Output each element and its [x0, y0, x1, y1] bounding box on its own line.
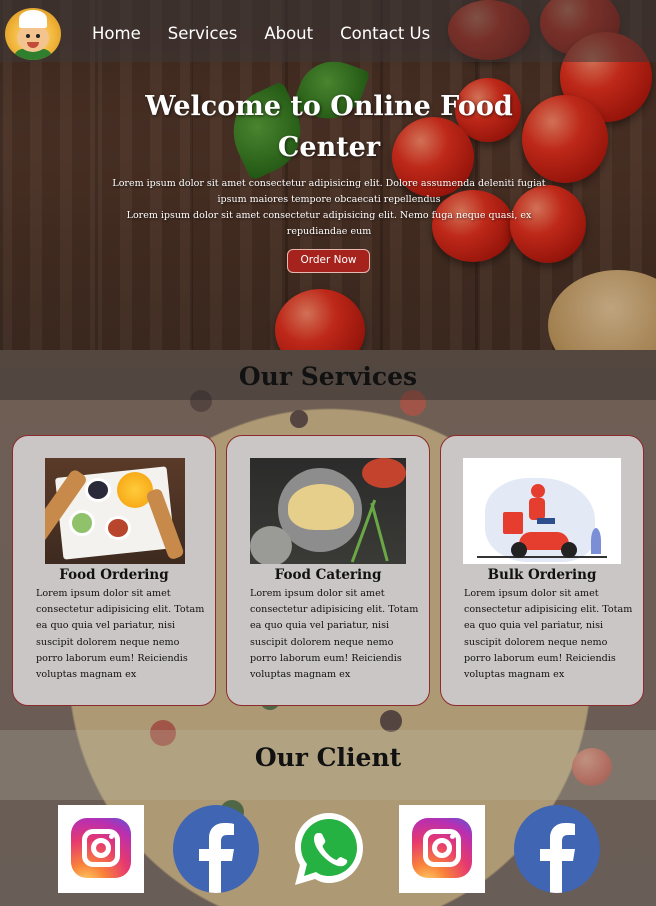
card-text: Lorem ipsum dolor sit amet consectetur a…: [464, 588, 633, 681]
facebook-icon[interactable]: [514, 805, 600, 893]
service-card-food-ordering[interactable]: Food Ordering Lorem ipsum dolor sit amet…: [12, 435, 216, 706]
hero-description: Lorem ipsum dolor sit amet consectetur a…: [110, 176, 548, 240]
nav-link-services[interactable]: Services: [168, 24, 238, 43]
whatsapp-icon[interactable]: [286, 805, 372, 893]
nav-link-about[interactable]: About: [264, 24, 313, 43]
order-now-button[interactable]: Order Now: [287, 249, 370, 273]
chef-logo[interactable]: [5, 8, 61, 60]
service-card-food-catering[interactable]: Food Catering Lorem ipsum dolor sit amet…: [226, 435, 430, 706]
omelette-plate-image: [250, 458, 406, 564]
card-text: Lorem ipsum dolor sit amet consectetur a…: [250, 588, 419, 681]
nav-links: Home Services About Contact Us: [92, 24, 457, 43]
hero-paragraph-1: Lorem ipsum dolor sit amet consectetur a…: [112, 178, 546, 205]
delivery-scooter-image: [463, 458, 621, 564]
clients-title: Our Client: [254, 743, 402, 772]
service-card-bulk-ordering[interactable]: Bulk Ordering Lorem ipsum dolor sit amet…: [440, 435, 644, 706]
nav-link-contact[interactable]: Contact Us: [340, 24, 430, 43]
facebook-icon[interactable]: [173, 805, 259, 893]
card-title: Bulk Ordering: [487, 567, 597, 583]
food-platter-image: [45, 458, 185, 564]
nav-link-home[interactable]: Home: [92, 24, 141, 43]
hero-title: Welcome to Online Food Center: [145, 91, 513, 163]
card-title: Food Ordering: [59, 567, 169, 583]
instagram-icon[interactable]: [58, 805, 144, 893]
card-text: Lorem ipsum dolor sit amet consectetur a…: [36, 588, 205, 681]
instagram-icon[interactable]: [399, 805, 485, 893]
navbar: Home Services About Contact Us: [0, 0, 656, 62]
hero-paragraph-2: Lorem ipsum dolor sit amet consectetur a…: [126, 210, 532, 237]
services-title: Our Services: [238, 362, 418, 391]
card-title: Food Catering: [274, 567, 382, 583]
